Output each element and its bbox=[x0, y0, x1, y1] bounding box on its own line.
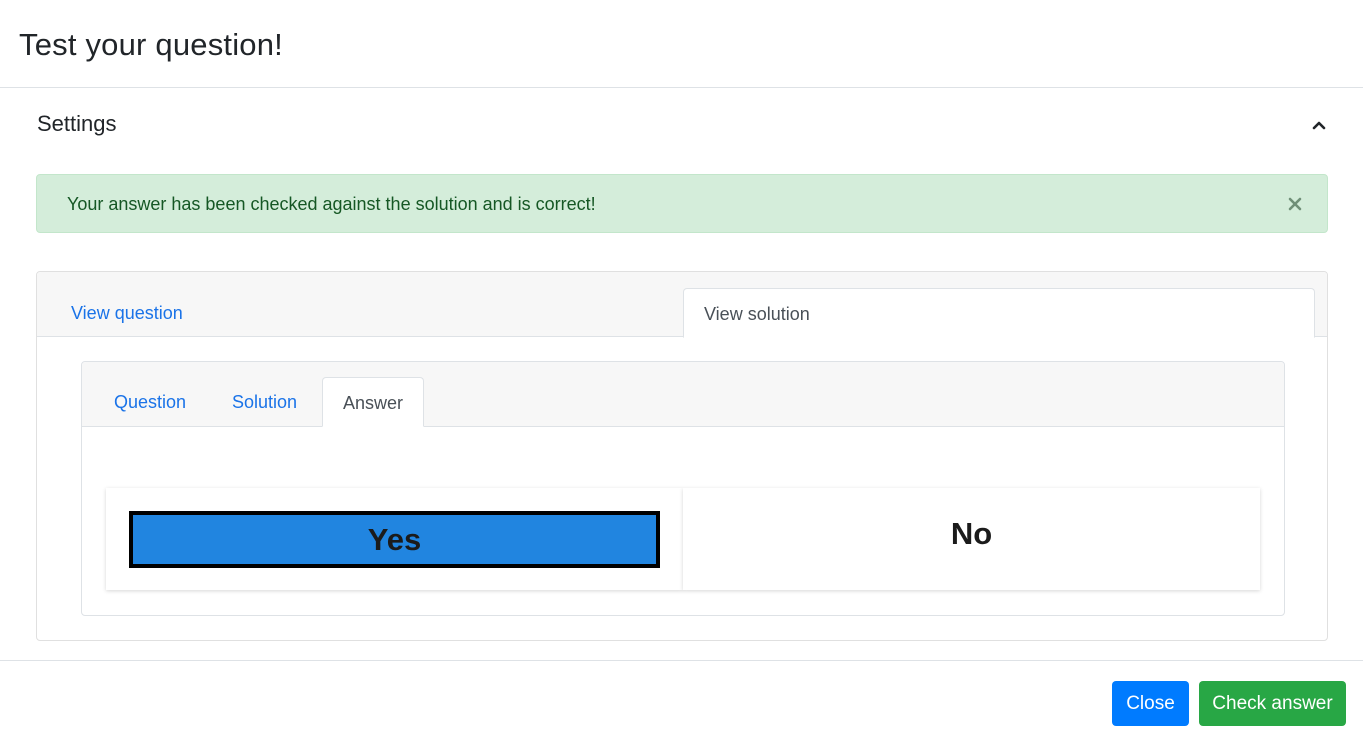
solution-card: Question Solution Answer Yes No bbox=[81, 361, 1285, 616]
chevron-up-icon[interactable] bbox=[1311, 118, 1327, 130]
check-answer-button[interactable]: Check answer bbox=[1199, 681, 1346, 726]
alert-message: Your answer has been checked against the… bbox=[67, 194, 596, 214]
settings-toggle[interactable]: Settings bbox=[37, 108, 1330, 142]
choice-yes[interactable]: Yes bbox=[106, 488, 683, 590]
modal-header: Test your question! bbox=[0, 0, 1363, 88]
choice-yes-selected[interactable]: Yes bbox=[129, 511, 660, 568]
answer-choices: Yes No bbox=[106, 488, 1260, 590]
success-alert: Your answer has been checked against the… bbox=[36, 174, 1328, 233]
tab-question[interactable]: Question bbox=[94, 377, 206, 427]
modal-footer: Close Check answer bbox=[0, 660, 1363, 745]
tab-view-question[interactable]: View question bbox=[51, 288, 203, 338]
tab-answer[interactable]: Answer bbox=[322, 377, 425, 427]
close-icon[interactable] bbox=[1281, 190, 1309, 218]
outer-tabs-bar: View question View solution bbox=[37, 272, 1327, 338]
close-button[interactable]: Close bbox=[1112, 681, 1189, 726]
choice-no[interactable]: No bbox=[683, 488, 1260, 590]
choice-no-label: No bbox=[950, 516, 993, 551]
question-card: View question View solution Question Sol… bbox=[36, 271, 1328, 641]
settings-label: Settings bbox=[37, 111, 117, 136]
tab-solution[interactable]: Solution bbox=[212, 377, 317, 427]
modal-title: Test your question! bbox=[19, 27, 284, 62]
inner-tabs-bar: Question Solution Answer bbox=[82, 362, 1284, 427]
tab-view-solution[interactable]: View solution bbox=[683, 288, 1315, 338]
